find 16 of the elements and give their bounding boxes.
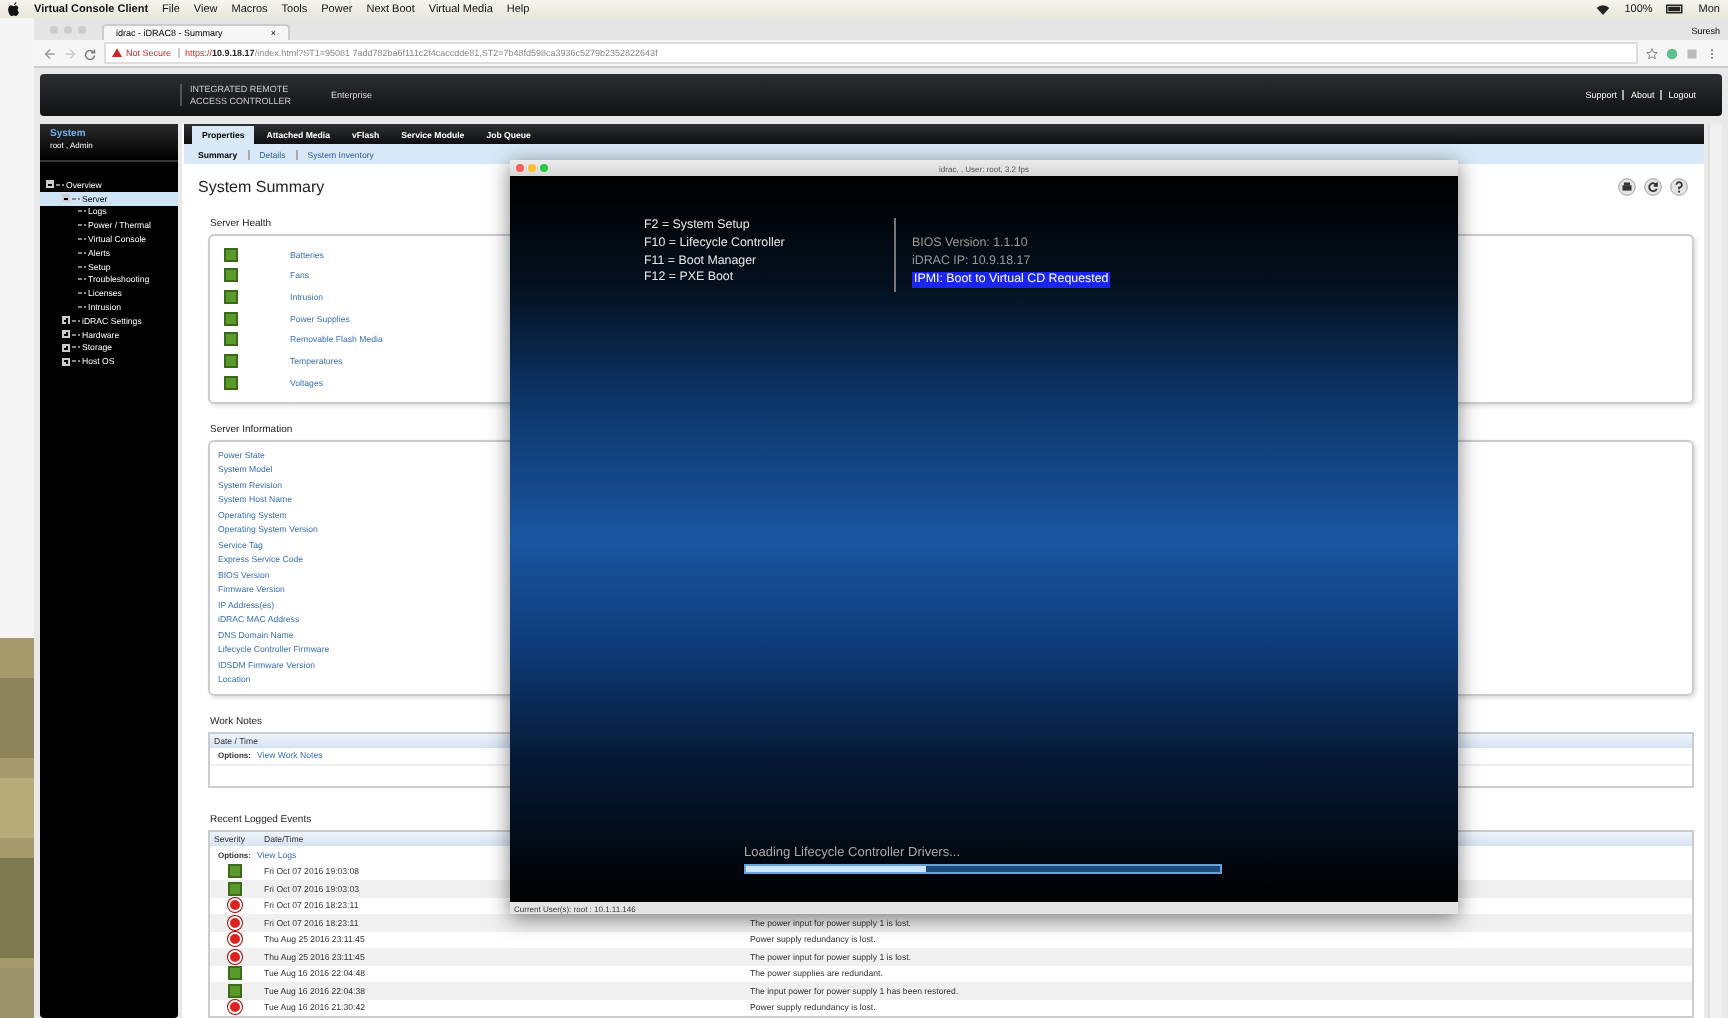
expander-icon[interactable] bbox=[62, 194, 70, 203]
battery-icon[interactable] bbox=[1666, 4, 1685, 14]
help-icon[interactable] bbox=[1670, 177, 1688, 196]
warning-icon bbox=[112, 48, 122, 58]
star-icon[interactable] bbox=[1646, 47, 1658, 59]
wifi-icon[interactable] bbox=[1596, 3, 1611, 15]
expander-icon[interactable] bbox=[62, 357, 70, 366]
expander-icon[interactable] bbox=[62, 343, 70, 352]
reload-icon[interactable] bbox=[84, 47, 96, 59]
print-icon[interactable] bbox=[1618, 177, 1636, 196]
refresh-icon[interactable] bbox=[1644, 177, 1662, 196]
apple-icon[interactable] bbox=[8, 2, 20, 16]
expander-icon[interactable] bbox=[62, 316, 70, 325]
expander-icon[interactable] bbox=[62, 330, 70, 339]
page-title: System Summary bbox=[198, 177, 325, 196]
expander-icon[interactable] bbox=[46, 180, 54, 189]
